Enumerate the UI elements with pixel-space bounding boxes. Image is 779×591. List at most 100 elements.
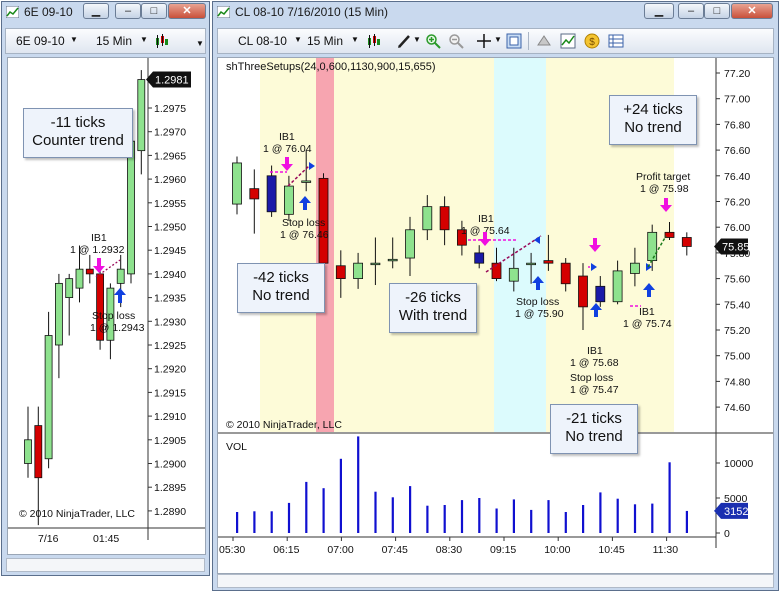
indicators-icon[interactable] <box>560 33 576 49</box>
right-price-label: 76.80 <box>724 119 750 131</box>
right-price-label: 75.20 <box>724 325 750 337</box>
stop-b-label: Stop loss <box>516 296 559 308</box>
volume-bar <box>512 499 515 533</box>
left-candle <box>85 268 94 275</box>
volume-bar <box>374 491 377 533</box>
target-fill: 1 @ 75.98 <box>640 183 689 195</box>
right-candle <box>526 262 537 266</box>
right-titlebar[interactable]: CL 08-10 7/16/2010 (15 Min) ▁ – □ ✕ <box>213 2 778 24</box>
left-price-label: 1.2900 <box>154 459 186 471</box>
left-instrument-dropdown-icon[interactable]: ▼ <box>70 35 78 44</box>
left-entry-arrow-icon <box>93 258 105 273</box>
right-copyright: © 2010 NinjaTrader, LLC <box>226 419 342 431</box>
drawing-tool-dropdown-icon[interactable]: ▼ <box>413 35 421 44</box>
zone-cyan <box>494 58 546 432</box>
right-chart-panel[interactable]: 77.2077.0076.8076.6076.4076.2076.0075.80… <box>217 57 774 574</box>
ib1-b-label: IB1 <box>478 213 494 225</box>
volume-bar <box>582 505 585 533</box>
left-titlebar[interactable]: 6E 09-10 ▁ – □ ✕ <box>2 2 209 24</box>
note-minus42: -42 ticks No trend <box>237 263 325 313</box>
note-minus21-trend: No trend <box>565 428 623 445</box>
right-price-label: 75.00 <box>724 351 750 363</box>
left-interval-selector[interactable]: 15 Min <box>96 34 132 48</box>
right-instrument-dropdown-icon[interactable]: ▼ <box>294 35 302 44</box>
ib1-d-fill: 1 @ 75.74 <box>623 318 672 330</box>
right-minimize-button[interactable]: ▁ <box>644 3 674 19</box>
right-maximize-button[interactable]: □ <box>704 3 730 19</box>
volume-bar <box>305 481 308 533</box>
ib1-d-label: IB1 <box>639 306 655 318</box>
left-interval-dropdown-icon[interactable]: ▼ <box>140 35 148 44</box>
stop-a-label: Stop loss <box>282 217 325 229</box>
volume-bar <box>564 512 567 533</box>
right-candle <box>335 265 346 280</box>
left-price-label: 1.2910 <box>154 411 186 423</box>
right-time-label: 07:00 <box>327 544 353 556</box>
left-last-price-label: 1.2981 <box>155 75 189 87</box>
left-maximize-button[interactable]: □ <box>141 3 167 19</box>
left-close-button[interactable]: ✕ <box>168 3 206 19</box>
data-box-icon[interactable] <box>506 33 522 49</box>
drawing-tool-pen-icon[interactable] <box>396 33 412 49</box>
right-candle <box>370 262 381 266</box>
crosshair-dropdown-icon[interactable]: ▼ <box>494 35 502 44</box>
left-candle <box>55 282 63 346</box>
volume-bar <box>685 510 688 533</box>
left-price-label: 1.2915 <box>154 387 186 399</box>
left-minimize2-button[interactable]: – <box>115 3 141 19</box>
left-candle <box>137 79 146 152</box>
right-price-label: 77.20 <box>724 68 750 80</box>
right-toolbar: CL 08-10 ▼ 15 Min ▼ ▼ ▼ $ <box>217 28 774 54</box>
right-close-button[interactable]: ✕ <box>731 3 773 19</box>
zoom-out-icon[interactable] <box>448 33 464 49</box>
right-candle <box>232 162 242 205</box>
left-candle <box>75 268 84 289</box>
left-price-label: 1.2955 <box>154 198 186 210</box>
right-time-label: 11:30 <box>653 544 679 556</box>
left-instrument-selector[interactable]: 6E 09-10 <box>16 34 65 48</box>
left-candle <box>65 278 74 298</box>
left-more-dropdown-icon[interactable]: ▼ <box>196 39 204 48</box>
ib1-c-fill: 1 @ 75.68 <box>570 357 619 369</box>
right-interval-dropdown-icon[interactable]: ▼ <box>351 35 359 44</box>
target-label: Profit target <box>636 171 690 183</box>
note-minus21-ticks: -21 ticks <box>566 410 622 427</box>
right-time-label: 10:45 <box>598 544 624 556</box>
note-minus26-ticks: -26 ticks <box>405 289 461 306</box>
zoom-in-icon[interactable] <box>425 33 441 49</box>
volume-bar <box>322 488 325 533</box>
left-time-label: 7/16 <box>38 533 59 545</box>
data-series-icon[interactable] <box>608 33 624 49</box>
volume-bar <box>339 458 342 533</box>
right-candle <box>543 260 554 264</box>
right-minimize2-button[interactable]: – <box>678 3 704 19</box>
right-chart-style-icon[interactable] <box>366 33 382 49</box>
left-copyright: © 2010 NinjaTrader, LLC <box>19 508 135 520</box>
right-instrument-selector[interactable]: CL 08-10 <box>238 34 287 48</box>
right-price-label: 76.00 <box>724 222 750 234</box>
strategies-icon[interactable]: $ <box>584 33 600 49</box>
left-chart-panel[interactable]: 1.2975 1.2970 1.2965 1.2960 1.2955 1.2950 1.29… <box>7 57 206 555</box>
volume-label: VOL <box>226 441 247 453</box>
right-candle <box>284 185 294 215</box>
stop-c-fill: 1 @ 75.47 <box>570 384 619 396</box>
right-interval-selector[interactable]: 15 Min <box>307 34 343 48</box>
volume-bar <box>236 512 239 533</box>
volume-bar <box>668 462 671 533</box>
volume-bar <box>270 511 273 533</box>
left-candle <box>116 268 125 284</box>
properties-icon[interactable] <box>536 33 552 49</box>
left-minimize-button[interactable]: ▁ <box>83 3 109 19</box>
left-chart-style-icon[interactable] <box>154 33 170 49</box>
crosshair-icon[interactable] <box>476 33 492 49</box>
right-candle <box>578 275 588 308</box>
stop-b-fill: 1 @ 75.90 <box>515 308 564 320</box>
left-stop-fill: 1 @ 1.2943 <box>90 322 145 334</box>
left-toolbar: 6E 09-10 ▼ 15 Min ▼ ▼ <box>5 28 206 54</box>
left-candle <box>24 439 32 464</box>
volume-bar <box>443 505 446 533</box>
right-candle <box>353 262 364 279</box>
note-plus24-trend: No trend <box>624 119 682 136</box>
left-price-label: 1.2930 <box>154 316 186 328</box>
volume-tick-label: 10000 <box>724 458 753 470</box>
